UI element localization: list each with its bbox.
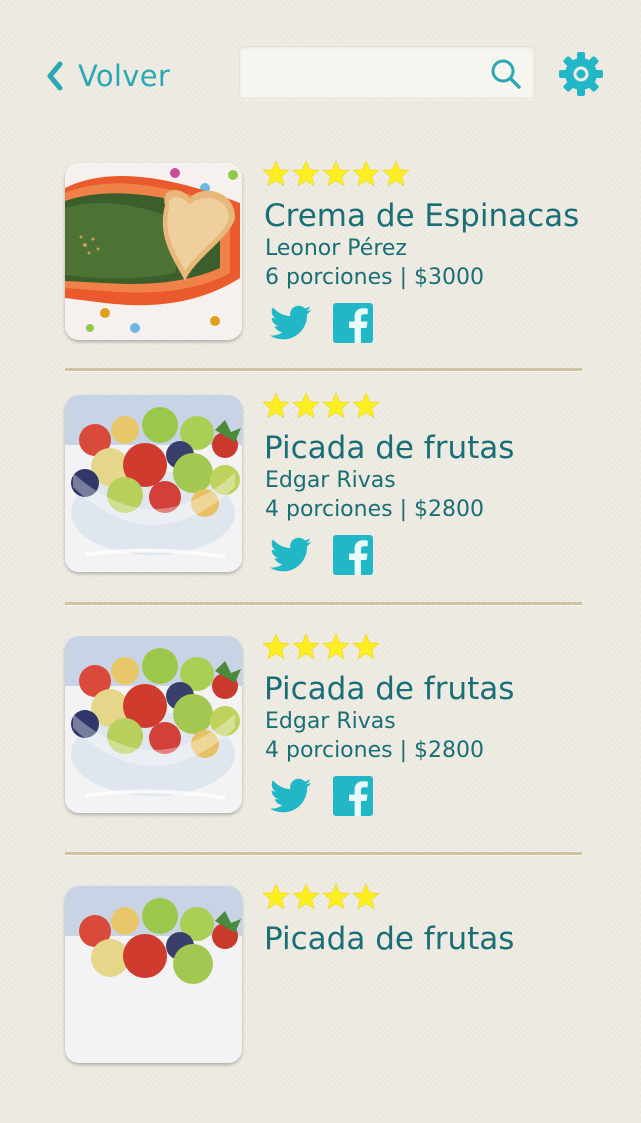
rating-stars (262, 883, 382, 911)
star-icon (292, 633, 320, 660)
star-icon (382, 160, 410, 187)
recipe-meta: 4 porciones | $2800 (265, 738, 484, 763)
fruit-salad-image (65, 636, 242, 813)
fruit-salad-image (65, 395, 242, 572)
star-icon (292, 160, 320, 187)
star-icon (352, 633, 380, 660)
search-box[interactable] (239, 46, 535, 99)
star-icon (292, 883, 320, 910)
star-icon (262, 633, 290, 660)
recipe-title[interactable]: Picada de frutas (264, 671, 514, 707)
recipe-author: Edgar Rivas (265, 468, 396, 493)
recipe-meta: 4 porciones | $2800 (265, 497, 484, 522)
facebook-icon[interactable] (332, 302, 374, 344)
star-icon (322, 633, 350, 660)
star-icon (262, 160, 290, 187)
star-icon (352, 160, 380, 187)
recipe-title[interactable]: Crema de Espinacas (264, 198, 579, 234)
recipe-item[interactable]: Picada de frutas (0, 883, 641, 1123)
gear-icon[interactable] (558, 51, 604, 97)
recipe-item[interactable]: Crema de Espinacas Leonor Pérez 6 porcio… (0, 160, 641, 400)
share-buttons (270, 775, 374, 817)
search-icon[interactable] (490, 58, 522, 90)
chevron-left-icon (47, 61, 63, 91)
divider (65, 602, 582, 606)
twitter-icon[interactable] (270, 778, 312, 814)
rating-stars (262, 633, 382, 661)
rating-stars (262, 160, 412, 188)
star-icon (262, 392, 290, 419)
recipe-title[interactable]: Picada de frutas (264, 921, 514, 957)
recipe-thumbnail[interactable] (65, 886, 242, 1063)
twitter-icon[interactable] (270, 305, 312, 341)
spinach-soup-image (65, 163, 242, 340)
top-bar: Volver (0, 0, 641, 150)
search-input[interactable] (250, 55, 484, 93)
star-icon (322, 883, 350, 910)
share-buttons (270, 534, 374, 576)
recipe-thumbnail[interactable] (65, 636, 242, 813)
recipe-thumbnail[interactable] (65, 395, 242, 572)
recipe-item[interactable]: Picada de frutas Edgar Rivas 4 porciones… (0, 392, 641, 632)
star-icon (352, 392, 380, 419)
recipe-thumbnail[interactable] (65, 163, 242, 340)
star-icon (352, 883, 380, 910)
divider (65, 368, 582, 372)
recipe-author: Edgar Rivas (265, 709, 396, 734)
facebook-icon[interactable] (332, 534, 374, 576)
recipe-meta: 6 porciones | $3000 (265, 265, 484, 290)
recipe-author: Leonor Pérez (265, 236, 407, 261)
recipe-item[interactable]: Picada de frutas Edgar Rivas 4 porciones… (0, 633, 641, 873)
star-icon (322, 160, 350, 187)
back-button[interactable]: Volver (46, 56, 170, 96)
back-label: Volver (78, 59, 171, 93)
star-icon (262, 883, 290, 910)
rating-stars (262, 392, 382, 420)
share-buttons (270, 302, 374, 344)
recipe-title[interactable]: Picada de frutas (264, 430, 514, 466)
twitter-icon[interactable] (270, 537, 312, 573)
star-icon (322, 392, 350, 419)
fruit-salad-image (65, 886, 242, 1063)
divider (65, 852, 582, 856)
star-icon (292, 392, 320, 419)
facebook-icon[interactable] (332, 775, 374, 817)
